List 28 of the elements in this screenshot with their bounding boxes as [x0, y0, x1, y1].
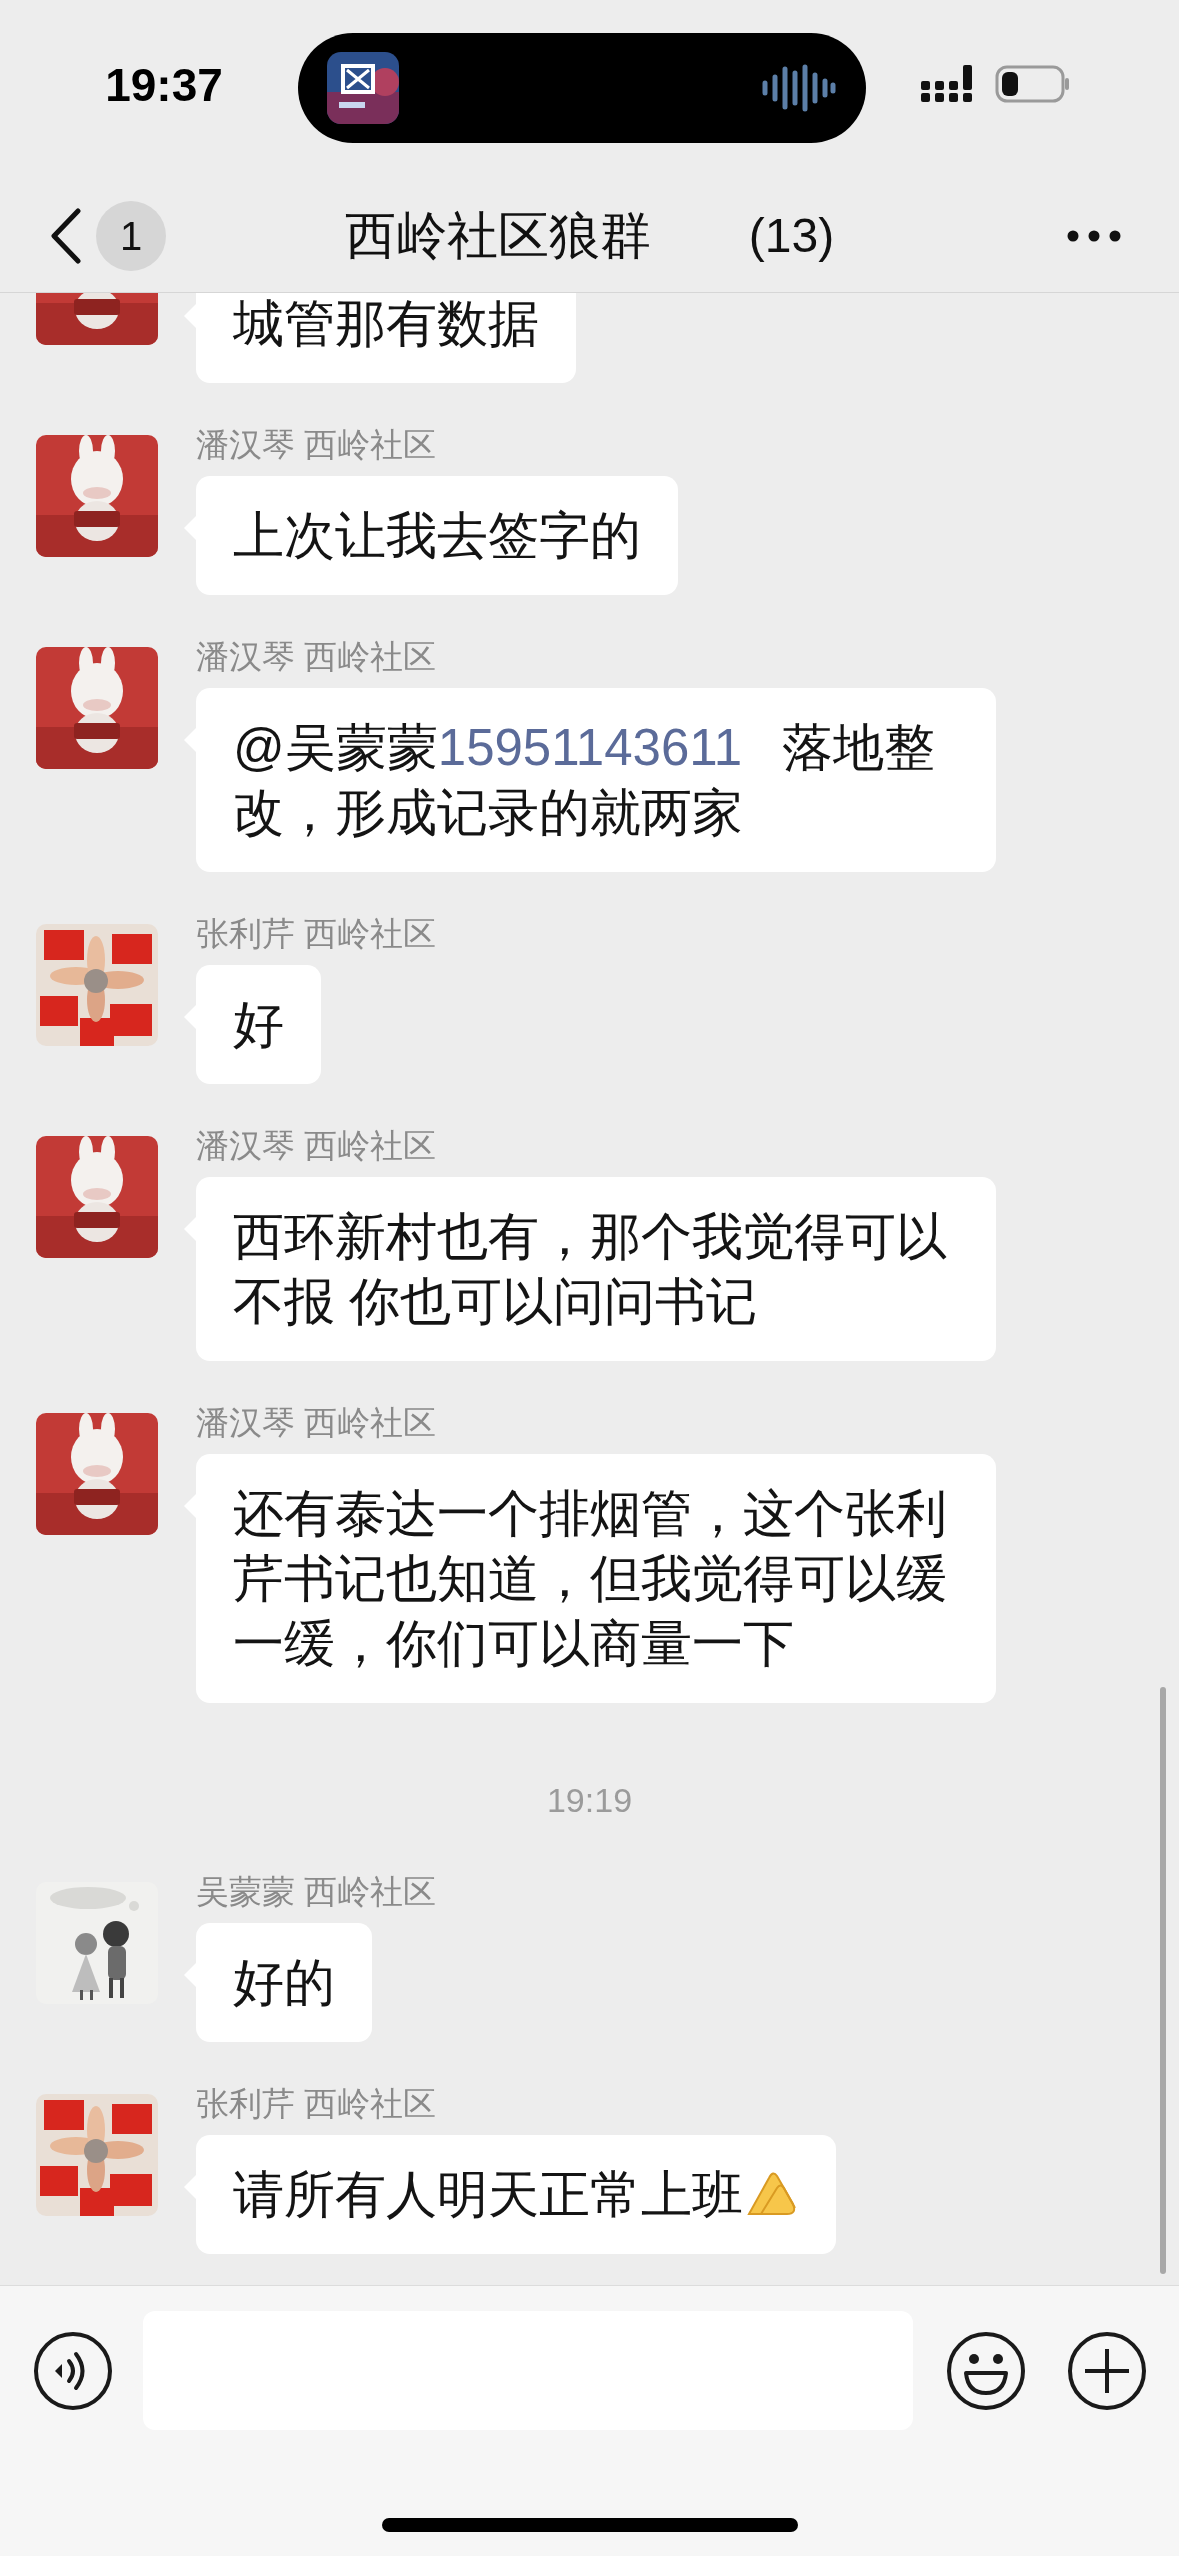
sender-name: 吴蒙蒙 西岭社区 [196, 1874, 437, 1910]
sender-name: 潘汉琴 西岭社区 [196, 639, 437, 675]
member-count: (13) [748, 208, 835, 264]
unread-badge[interactable]: 1 [96, 201, 166, 271]
more-icon[interactable] [1067, 230, 1121, 242]
emoji-icon[interactable] [946, 2330, 1026, 2411]
message-text: @吴蒙蒙15951143611 落地整改，形成记录的就两家 [233, 718, 937, 843]
phone-link[interactable]: 15951143611 [437, 719, 743, 776]
back-icon[interactable] [48, 207, 82, 265]
status-time: 19:37 [105, 58, 223, 112]
sender-name: 潘汉琴 西岭社区 [196, 1128, 437, 1164]
timestamp: 19:19 [546, 1780, 633, 1820]
chat-title: 西岭社区狼群 [344, 206, 651, 266]
message-text: 好 [233, 995, 284, 1055]
battery-icon [995, 65, 1071, 103]
sender-name: 潘汉琴 西岭社区 [196, 427, 437, 463]
plus-icon[interactable] [1067, 2330, 1147, 2411]
message-text: 还有泰达一个排烟管，这个张利芹书记也知道，但我觉得可以缓一缓，你们可以商量一下 [233, 1484, 948, 1674]
message-text: 请所有人明天正常上班 [233, 2162, 799, 2227]
sender-name: 张利芹 西岭社区 [196, 2086, 437, 2122]
waveform-icon [761, 63, 837, 113]
message-text: 城管那有数据 [233, 294, 539, 354]
sender-name: 张利芹 西岭社区 [196, 916, 437, 952]
message-text: 好的 [233, 1953, 335, 2013]
message-text: 上次让我去签字的 [233, 506, 641, 566]
sender-name: 潘汉琴 西岭社区 [196, 1405, 437, 1441]
voice-icon[interactable] [33, 2330, 113, 2411]
message-text: 西环新村也有，那个我觉得可以不报 你也可以问问书记 [233, 1207, 948, 1332]
